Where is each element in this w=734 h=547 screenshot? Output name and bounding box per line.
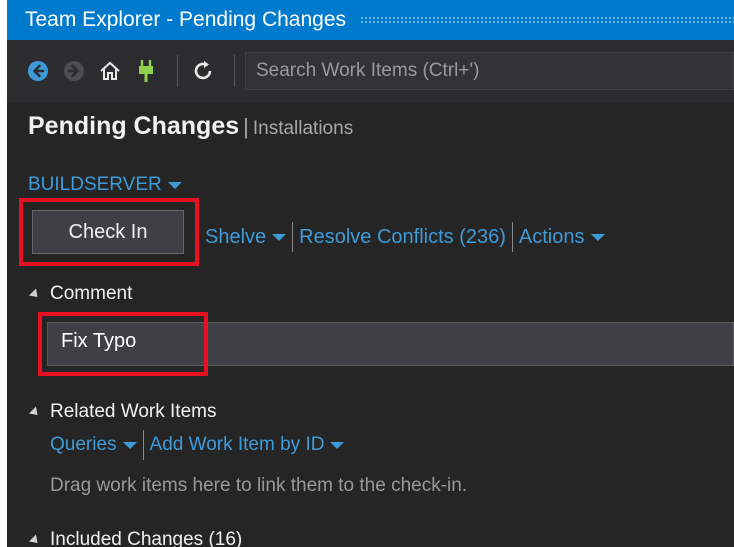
actions-menu[interactable]: Actions xyxy=(519,226,605,249)
page-subtitle[interactable]: Installations xyxy=(253,118,353,140)
search-box[interactable] xyxy=(245,52,734,90)
add-work-item-label: Add Work Item by ID xyxy=(149,434,325,455)
link-separator xyxy=(292,222,294,252)
drop-hint: Drag work items here to link them to the… xyxy=(50,475,468,496)
comment-value: Fix Typo xyxy=(61,330,137,352)
link-separator xyxy=(511,222,513,252)
refresh-icon[interactable] xyxy=(188,56,218,86)
toolbar xyxy=(7,40,734,102)
back-arrow-icon[interactable] xyxy=(23,56,53,86)
chevron-down-icon xyxy=(590,233,605,241)
page-header: Pending Changes | Installations xyxy=(28,112,353,141)
included-header-label: Included Changes (16) xyxy=(50,529,243,547)
related-work-items-header[interactable]: Related Work Items xyxy=(28,401,217,423)
window-title: Team Explorer - Pending Changes xyxy=(25,8,347,31)
resolve-conflicts-link[interactable]: Resolve Conflicts (236) xyxy=(299,226,506,249)
server-selector[interactable]: BUILDSERVER xyxy=(28,174,182,196)
comment-header-label: Comment xyxy=(50,283,133,304)
chevron-down-icon xyxy=(167,181,182,189)
chevron-down-icon xyxy=(330,441,345,449)
title-bar: Team Explorer - Pending Changes xyxy=(7,0,734,40)
collapse-triangle-icon xyxy=(28,533,42,547)
actions-label: Actions xyxy=(518,225,585,248)
related-header-label: Related Work Items xyxy=(50,401,217,422)
page-title: Pending Changes xyxy=(28,112,240,140)
home-icon[interactable] xyxy=(95,56,125,86)
toolbar-separator xyxy=(177,55,178,87)
shelve-label: Shelve xyxy=(205,225,267,248)
queries-link[interactable]: Queries xyxy=(50,434,137,456)
related-links: Queries Add Work Item by ID xyxy=(50,430,345,460)
included-changes-header[interactable]: Included Changes (16) xyxy=(28,529,243,547)
check-in-button[interactable]: Check In xyxy=(32,210,184,254)
chevron-down-icon xyxy=(122,441,137,449)
comment-section-header[interactable]: Comment xyxy=(28,283,133,305)
search-input[interactable] xyxy=(256,60,733,82)
collapse-triangle-icon xyxy=(28,287,42,301)
shelve-link[interactable]: Shelve xyxy=(205,225,287,249)
add-work-item-link[interactable]: Add Work Item by ID xyxy=(150,434,345,456)
server-label: BUILDSERVER xyxy=(28,174,162,195)
action-links: Shelve Resolve Conflicts (236) Actions xyxy=(205,222,605,252)
queries-label: Queries xyxy=(50,434,117,455)
collapse-triangle-icon xyxy=(28,405,42,419)
link-separator xyxy=(142,430,144,460)
forward-arrow-icon[interactable] xyxy=(59,56,89,86)
team-explorer-panel: Team Explorer - Pending Changes Pending … xyxy=(7,0,734,547)
check-in-highlight: Check In xyxy=(19,198,199,266)
plug-icon[interactable] xyxy=(131,56,161,86)
chevron-down-icon xyxy=(272,233,287,241)
toolbar-separator xyxy=(234,55,235,87)
header-separator: | xyxy=(243,114,249,139)
drag-grip[interactable] xyxy=(360,16,734,24)
